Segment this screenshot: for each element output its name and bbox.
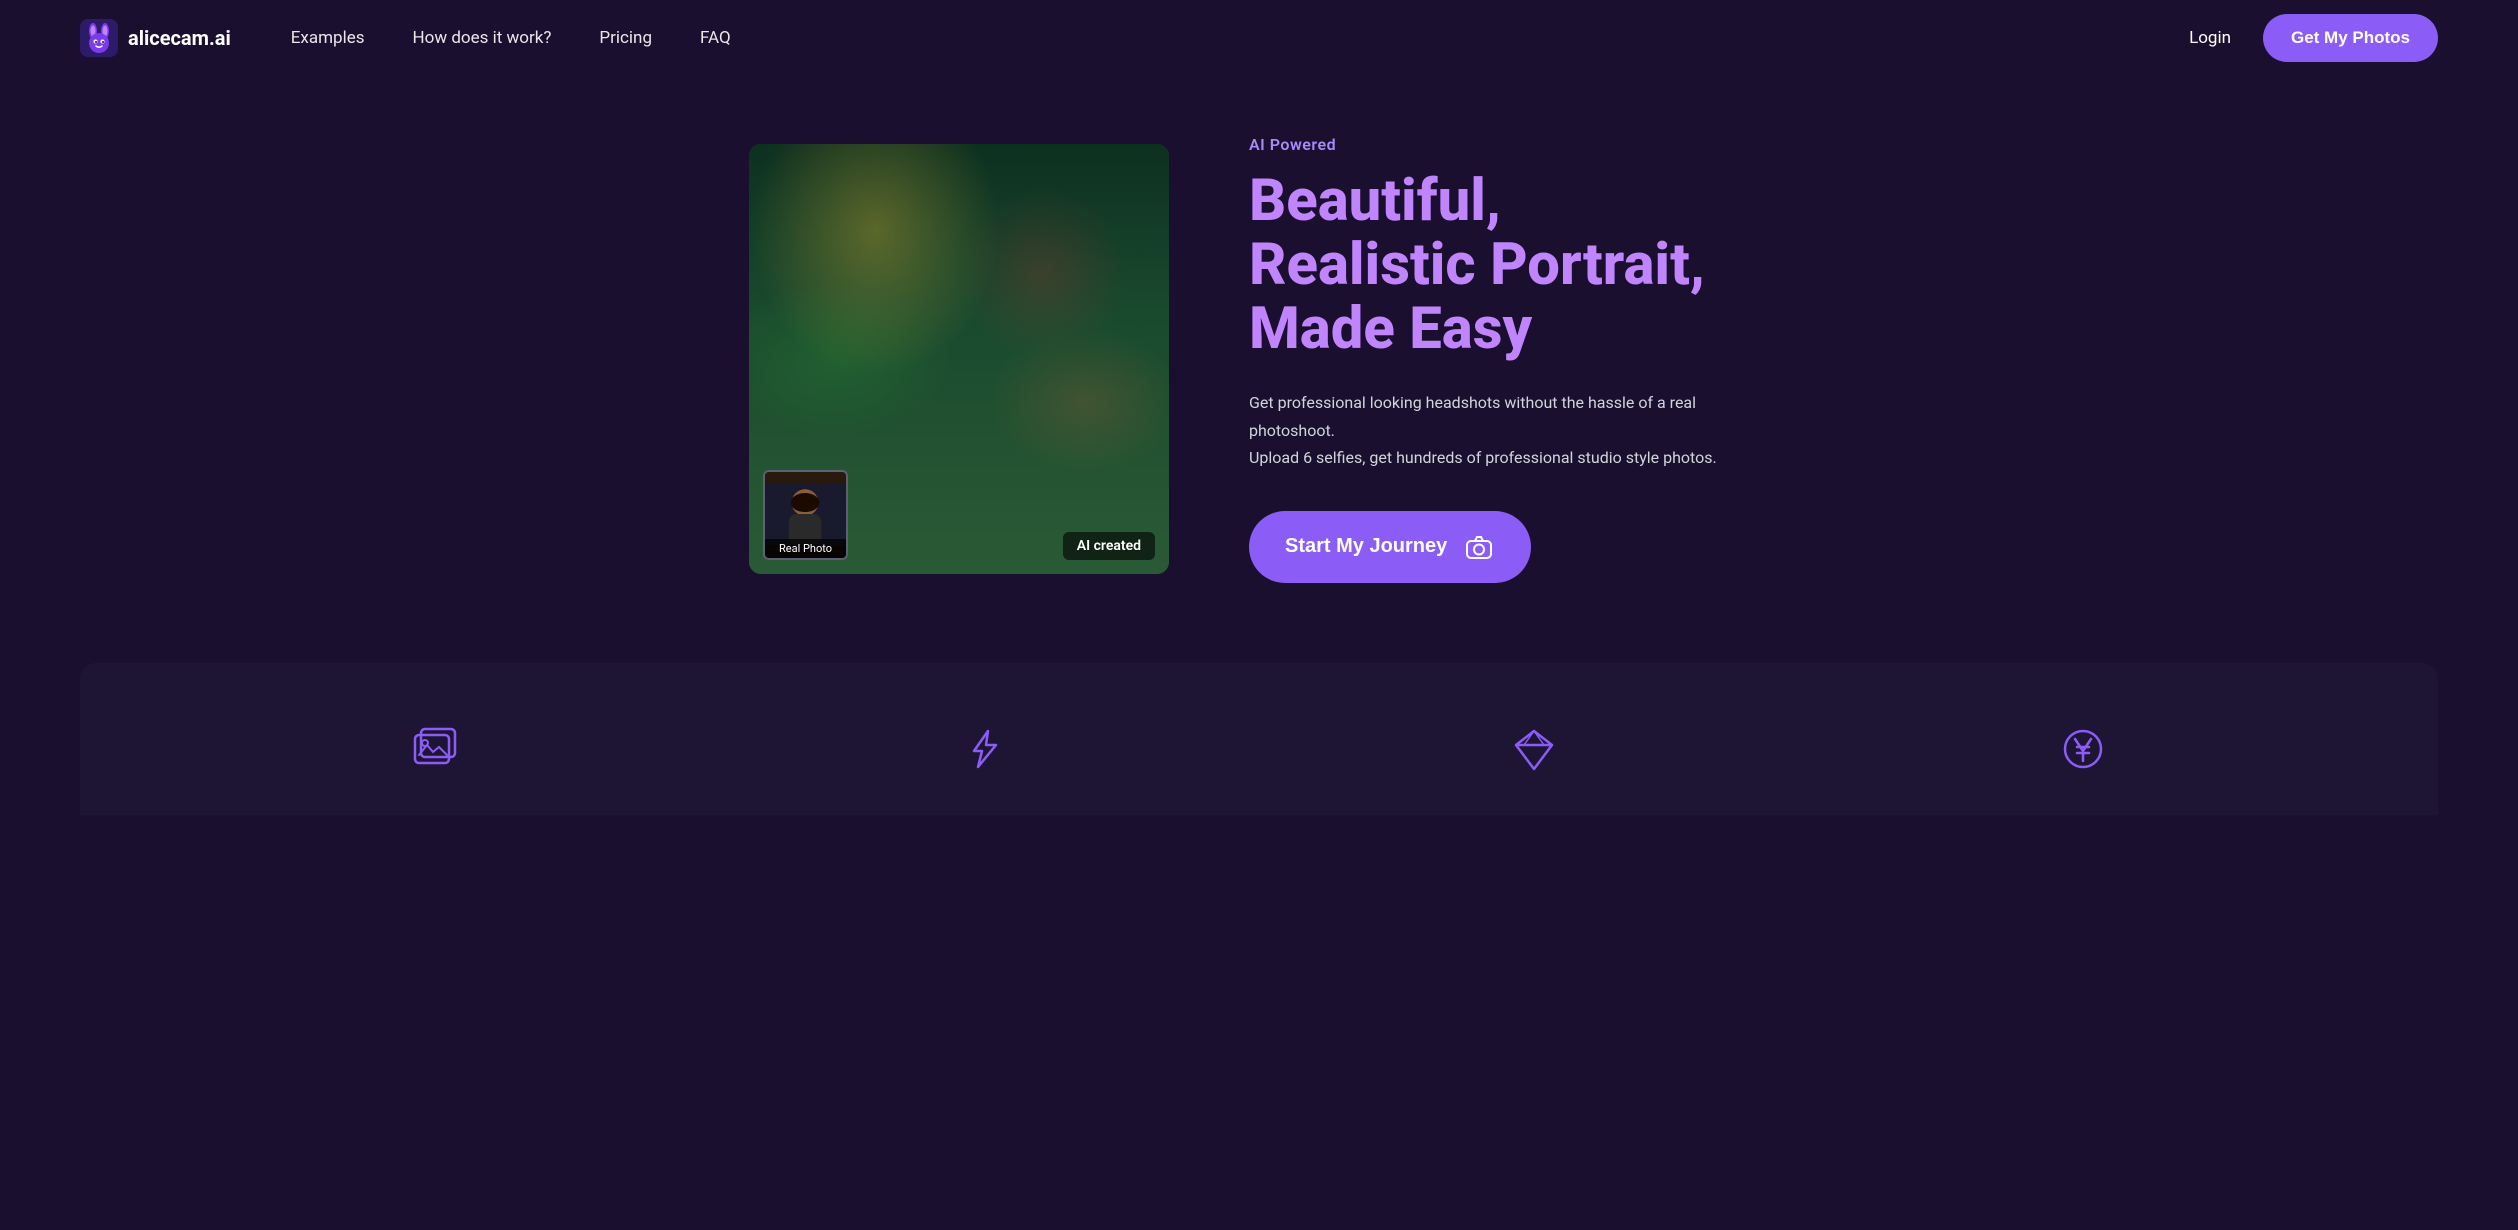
hero-title: Beautiful, Realistic Portrait, Made Easy — [1249, 170, 1769, 361]
feature-diamond — [1508, 723, 1560, 775]
diamond-icon — [1508, 723, 1560, 775]
feature-currency — [2057, 723, 2109, 775]
nav-examples[interactable]: Examples — [291, 28, 365, 48]
lightning-icon — [958, 723, 1010, 775]
logo-container[interactable]: alicecam.ai — [80, 19, 231, 57]
hero-desc-line3: Upload 6 selfies, get hundreds of profes… — [1249, 448, 1659, 467]
nav-pricing[interactable]: Pricing — [599, 28, 652, 48]
currency-icon — [2057, 723, 2109, 775]
feature-lightning — [958, 723, 1010, 775]
svg-text:🦌: 🦌 — [1019, 554, 1046, 574]
hero-title-line1: Beautiful, — [1249, 167, 1501, 235]
hero-description: Get professional looking headshots witho… — [1249, 389, 1769, 471]
svg-text:❄: ❄ — [879, 515, 896, 539]
nav-how-it-works[interactable]: How does it work? — [413, 28, 552, 48]
hero-desc-line4: photos. — [1663, 448, 1717, 467]
nav-right: Login Get My Photos — [2189, 14, 2438, 62]
ai-created-badge: AI created — [1063, 532, 1155, 560]
features-section — [80, 663, 2438, 815]
hero-section: ❄ ❄ ❄ ❄ ✳ 🦌 AI created — [559, 75, 1959, 663]
real-photo-thumbnail: Real Photo — [763, 470, 848, 560]
camera-icon — [1463, 531, 1495, 563]
logo-icon — [80, 19, 118, 57]
svg-text:❄: ❄ — [1029, 509, 1042, 528]
real-photo-label: Real Photo — [765, 539, 846, 558]
nav-faq[interactable]: FAQ — [700, 28, 731, 48]
svg-text:❄: ❄ — [904, 552, 916, 568]
ai-powered-label: AI Powered — [1249, 135, 1769, 154]
hero-main-image: ❄ ❄ ❄ ❄ ✳ 🦌 AI created — [749, 144, 1169, 574]
start-journey-button[interactable]: Start My Journey — [1249, 511, 1531, 583]
nav-links: Examples How does it work? Pricing FAQ — [291, 28, 2189, 48]
get-my-photos-button[interactable]: Get My Photos — [2263, 14, 2438, 62]
svg-text:✳: ✳ — [854, 563, 864, 574]
feature-gallery — [409, 723, 461, 775]
login-link[interactable]: Login — [2189, 28, 2231, 48]
svg-text:❄: ❄ — [999, 538, 1014, 559]
navbar: alicecam.ai Examples How does it work? P… — [0, 0, 2518, 75]
thumb-svg — [765, 482, 846, 547]
brand-name: alicecam.ai — [128, 26, 231, 50]
hero-desc-line1: Get professional looking headshots witho… — [1249, 393, 1666, 412]
start-journey-label: Start My Journey — [1285, 535, 1447, 558]
hero-title-line2: Realistic Portrait, — [1249, 231, 1705, 299]
hero-image-container: ❄ ❄ ❄ ❄ ✳ 🦌 AI created — [749, 144, 1169, 574]
hero-title-line3: Made Easy — [1249, 295, 1532, 363]
gallery-icon — [409, 723, 461, 775]
hero-text: AI Powered Beautiful, Realistic Portrait… — [1249, 135, 1769, 583]
